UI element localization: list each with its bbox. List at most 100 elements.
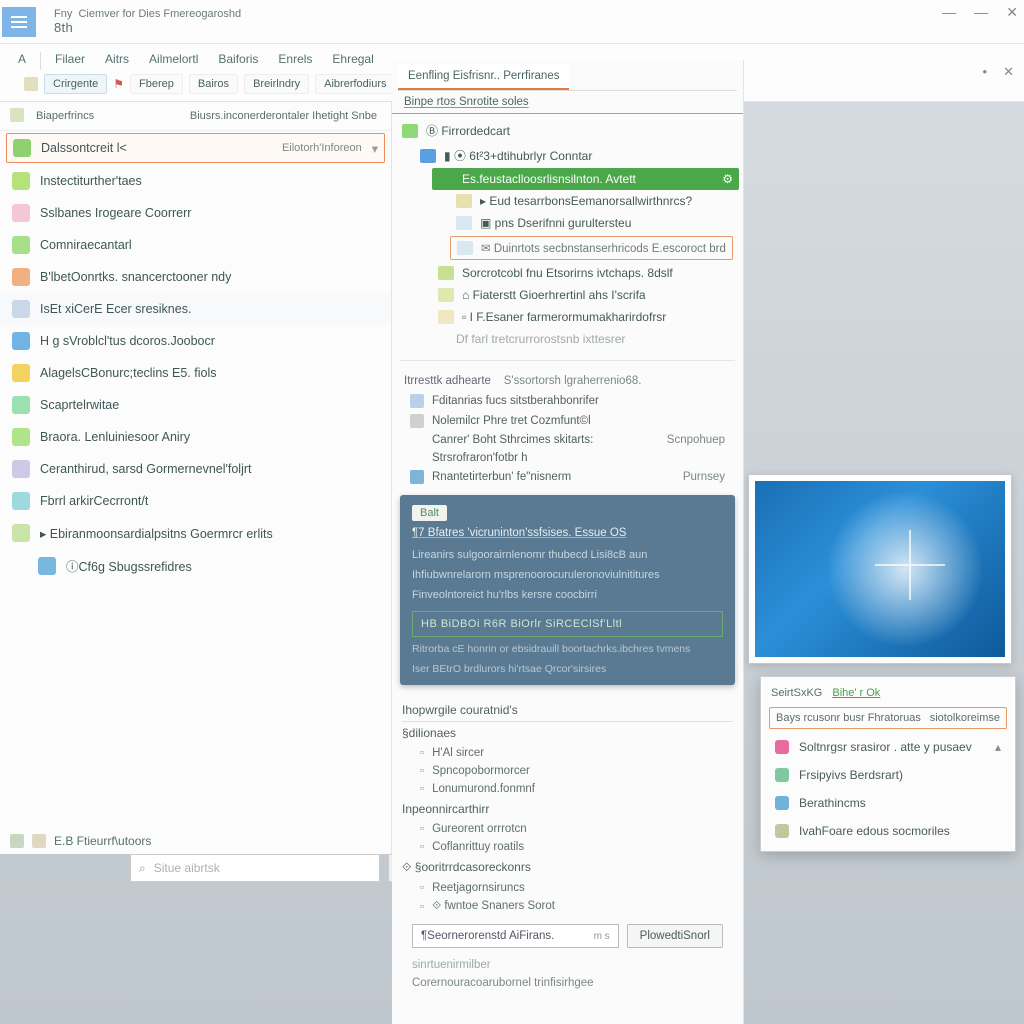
- title-subtitle: 8th: [54, 20, 241, 35]
- group-item[interactable]: ▫Lonumurond.fonmnf: [402, 780, 733, 798]
- property-row: Fditanrias fucs sitstberahbonrifer: [392, 391, 743, 411]
- left-item[interactable]: Comniraecantarl: [0, 229, 391, 261]
- compose-button[interactable]: Crirgente: [44, 74, 107, 94]
- menu-item[interactable]: A: [8, 48, 36, 70]
- left-item[interactable]: Braora. Lenluiniesoor Aniry: [0, 421, 391, 453]
- menu-item[interactable]: Aitrs: [95, 48, 139, 70]
- tree-node[interactable]: Sorcrotcobl fnu Etsorirns ivtchaps. 8dsl…: [432, 262, 739, 284]
- group-item[interactable]: ▫Gureorent orrrotcn: [402, 820, 733, 838]
- flyout-item[interactable]: Soltnrgsr srasiror . atte y pusaev▴: [761, 733, 1015, 761]
- close-button[interactable]: ✕: [1006, 4, 1018, 21]
- left-item-right: Eilotorh'Inforeon: [282, 142, 362, 154]
- tree-node-label: Es.feustaclloosrlisnsilnton. Avtett: [462, 172, 636, 186]
- chevron-down-icon[interactable]: ▾: [372, 141, 378, 156]
- group-item[interactable]: ▫Spncopobormorcer: [402, 762, 733, 780]
- tree-node[interactable]: Es.feustaclloosrlisnsilnton. Avtett ⚙: [432, 168, 739, 190]
- gear-icon[interactable]: ⚙: [722, 172, 733, 186]
- left-item[interactable]: Ceranthirud, sarsd Gormernevnel'foljrt: [0, 453, 391, 485]
- flyout-head-2[interactable]: Bihe' r Ok: [832, 687, 880, 699]
- filter-input[interactable]: ¶Seornerorenstd AiFirans. m s: [412, 924, 619, 948]
- flyout-item[interactable]: Frsipyivs Berdsrart): [761, 761, 1015, 789]
- tree-node[interactable]: ▮ ⦿ 6t²3+dtihubrlyr Conntar: [414, 143, 739, 168]
- toolbar-secondary: Crirgente ⚑ Fberep Bairos Breirlndry Aib…: [24, 74, 396, 94]
- folder-icon: [10, 108, 24, 122]
- node-icon: [438, 266, 454, 280]
- menu-item[interactable]: Enrels: [268, 48, 322, 70]
- app-icon: [12, 460, 30, 478]
- bullet-icon: ▫: [420, 765, 424, 777]
- tree-node-label: Ⓑ Firrordedcart: [426, 122, 510, 139]
- bullet-icon: ▫: [420, 882, 424, 894]
- flag-icon[interactable]: ⚑: [113, 77, 124, 91]
- flyout-item[interactable]: Berathincms: [761, 789, 1015, 817]
- title-prefix: Fny: [54, 8, 72, 20]
- group-item[interactable]: ▫⟐ fwntoe Snaners Sorot: [402, 897, 733, 916]
- tree-node[interactable]: ✉ Duinrtots secbnstanserhricods E.escoro…: [450, 236, 733, 260]
- folder-icon: [10, 834, 24, 848]
- group-item-label: Gureorent orrrotcn: [432, 823, 527, 835]
- folder-icon: [32, 834, 46, 848]
- prop-val: Scnpohuep: [667, 434, 725, 446]
- tree-node[interactable]: Ⓑ Firrordedcart: [396, 118, 739, 143]
- left-item[interactable]: ▸ Ebiranmoonsardialpsitns Goermrcr erlit…: [0, 517, 391, 549]
- prop-icon: [410, 394, 424, 408]
- toolbar-chip[interactable]: Bairos: [189, 74, 238, 94]
- menu-item[interactable]: Baiforis: [208, 48, 268, 70]
- lower-properties: Ihopwrgile couratnid's §dilionaes▫H'Al s…: [392, 693, 743, 998]
- menu-item[interactable]: Filaer: [45, 48, 95, 70]
- lower-footer: Corernouracoarubornel trinfisirhgee: [402, 974, 733, 992]
- left-item[interactable]: ⓘCf6g Sbugssrefidres: [0, 549, 391, 582]
- app-icon: [12, 396, 30, 414]
- left-pane: Biaperfrincs Biusrs.inconerderontaler Ih…: [0, 102, 392, 854]
- left-item[interactable]: AlagelsCBonurc;teclins E5. fiols: [0, 357, 391, 389]
- left-item[interactable]: Sslbanes Irogeare Coorrerr: [0, 197, 391, 229]
- tree-node-label: ⌂ Fiaterstt Gioerhrertinl ahs I'scrifa: [462, 288, 646, 302]
- search-input[interactable]: ⌕ Situe aibrtsk: [130, 854, 380, 882]
- app-icon: [12, 492, 30, 510]
- menu-item[interactable]: Ehregal: [322, 48, 383, 70]
- flyout-highlighted-row[interactable]: Bays rcusonr busr Fhratoruas siotolkorei…: [769, 707, 1007, 729]
- center-tabs: Eenfling Eisfrisnr.. Perrfiranes: [398, 64, 737, 91]
- toolbar-chip[interactable]: Breirlndry: [244, 74, 309, 94]
- app-icon: [12, 332, 30, 350]
- panel-pill[interactable]: Balt: [412, 505, 447, 521]
- tree-node[interactable]: ▸ Eud tesarrbonsEemanorsallwirthnrcs?: [450, 190, 739, 212]
- app-icon: [12, 364, 30, 382]
- left-item[interactable]: Instectiturther'taes: [0, 165, 391, 197]
- tree-node[interactable]: Df farl tretcrurrorostsnb ixttesrer: [450, 328, 739, 350]
- menu-item[interactable]: Ailmelortl: [139, 48, 208, 70]
- hamburger-icon[interactable]: [2, 7, 36, 37]
- left-item[interactable]: Fbrrl arkirCecrront/t: [0, 485, 391, 517]
- tab-editing[interactable]: Eenfling Eisfrisnr.. Perrfiranes: [398, 64, 569, 90]
- apply-button[interactable]: PlowedtiSnorl: [627, 924, 723, 948]
- prop-key: Rnantetirterbun' fe"nisnerm: [432, 471, 675, 483]
- node-icon: [456, 216, 472, 230]
- tree-node[interactable]: ⌂ Fiaterstt Gioerhrertinl ahs I'scrifa: [432, 284, 739, 306]
- tree-node-label: ▫ I F.Esaner farmerormumakharirdofrsr: [462, 310, 666, 324]
- left-item[interactable]: IsEt xiCerE Ecer sresiknes.: [0, 293, 391, 325]
- maximize-button[interactable]: —: [974, 4, 988, 21]
- center-breadcrumb[interactable]: Binpe rtos Snrotite soles: [392, 91, 743, 114]
- window-title: Ciemver for Dies Fmereogaroshd: [78, 8, 241, 20]
- group-item[interactable]: ▫Reetjagornsiruncs: [402, 879, 733, 897]
- left-item[interactable]: H g sVroblcl'tus dcoros.Joobocr: [0, 325, 391, 357]
- left-pane-footer[interactable]: E.B Ftieurrf\utoors: [10, 834, 151, 848]
- flyout-item[interactable]: IvahFoare edous socmoriles: [761, 817, 1015, 845]
- dot-icon[interactable]: •: [983, 64, 988, 80]
- group-item[interactable]: ▫H'Al sircer: [402, 744, 733, 762]
- left-item-highlighted[interactable]: Dalssontcreit l< Eilotorh'Inforeon ▾: [6, 133, 385, 163]
- props-val: S'ssortorsh lgraherrenio68.: [504, 375, 642, 387]
- panel-note: Iser BEtrO brdlurors hi'rtsae Qrcor'sirs…: [412, 663, 723, 675]
- close-icon[interactable]: ✕: [1003, 64, 1014, 80]
- toolbar-chip[interactable]: Aibrerfodiurs: [315, 74, 395, 94]
- minimize-button[interactable]: —: [942, 4, 956, 21]
- tree-node[interactable]: ▣ pns Dserifnni gurultersteu: [450, 212, 739, 234]
- toolbar-chip[interactable]: Fberep: [130, 74, 183, 94]
- group-item[interactable]: ▫Coflanrittuy roatils: [402, 838, 733, 856]
- title-tab: Fny Ciemver for Dies Fmereogaroshd 8th: [46, 4, 249, 40]
- left-item[interactable]: Scaprtelrwitae: [0, 389, 391, 421]
- chevron-up-icon[interactable]: ▴: [995, 740, 1001, 754]
- tree-node[interactable]: ▫ I F.Esaner farmerormumakharirdofrsr: [432, 306, 739, 328]
- left-item[interactable]: B'lbetOonrtks. snancerctooner ndy: [0, 261, 391, 293]
- node-icon: [438, 172, 454, 186]
